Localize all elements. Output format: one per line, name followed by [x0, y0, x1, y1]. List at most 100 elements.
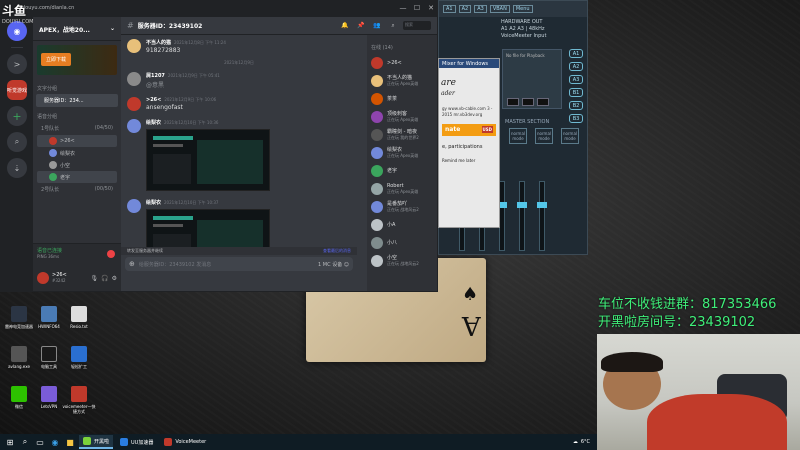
fader[interactable]	[537, 181, 547, 251]
server-icon[interactable]: >	[7, 54, 27, 74]
desktop-icon[interactable]: Resio.txt	[62, 306, 96, 329]
download-now-button[interactable]: 立即下载	[41, 53, 72, 66]
desktop-icon[interactable]: 微信	[2, 386, 36, 409]
avatar[interactable]	[127, 97, 141, 111]
slot-a1[interactable]: A1	[569, 49, 583, 58]
avatar[interactable]	[127, 119, 141, 133]
voice-channel-2[interactable]: 2号队长 (00/50)	[33, 183, 121, 196]
member[interactable]: 霸瞳剑 - 暗夜 正在玩 我的世界2	[367, 126, 437, 144]
donate-button[interactable]: nate USD	[442, 124, 496, 136]
gear-icon[interactable]: ⚙	[112, 275, 117, 282]
slot-b1[interactable]: B1	[569, 88, 583, 97]
member[interactable]: 小八	[367, 234, 437, 252]
active-server-icon[interactable]: 听觉游戏	[7, 80, 27, 100]
slot-b3[interactable]: B3	[569, 114, 583, 123]
task-view-icon[interactable]: ▭	[34, 438, 46, 447]
rewind-button[interactable]	[507, 98, 519, 106]
member[interactable]: 绘梨衣 正在玩 Apex英雄	[367, 144, 437, 162]
hw-a2[interactable]: A2	[458, 5, 472, 13]
desktop-icon[interactable]: avlang.exe	[2, 346, 36, 369]
explore-icon[interactable]: ⌕	[7, 132, 27, 152]
mode-button[interactable]: normal mode	[509, 128, 527, 144]
desktop-icon[interactable]: HWINFO64	[32, 306, 66, 329]
wechat-icon	[11, 386, 27, 402]
taskbar-item[interactable]: UU加速器	[116, 435, 157, 449]
message-input[interactable]: ⊕ 给服务器ID：23439102 发消息 1 MC 设备 ☺	[125, 257, 353, 271]
guild-header[interactable]: APEX，战地20... ⌄	[33, 17, 121, 41]
master-section-label: MASTER SECTION	[505, 119, 550, 125]
slot-b2[interactable]: B2	[569, 101, 583, 110]
search-input[interactable]: 搜索	[403, 21, 431, 30]
headphone-icon[interactable]: 🎧	[101, 275, 108, 282]
overlay-line-2: 开黑啦房间号：23439102	[598, 315, 756, 330]
member[interactable]: 小空 正在玩 战地风云2	[367, 252, 437, 270]
voice-user[interactable]: 绘梨衣	[33, 147, 121, 159]
taskbar-item[interactable]: VoiceMeeter	[160, 435, 210, 449]
pin-icon[interactable]: 📌	[355, 22, 367, 29]
close-button[interactable]: ✕	[424, 4, 438, 12]
vban-button[interactable]: VBAN	[489, 5, 510, 13]
slot-a3[interactable]: A3	[569, 75, 583, 84]
member[interactable]: 不当人的猫 正在玩 Apex英雄	[367, 72, 437, 90]
avatar[interactable]	[127, 199, 141, 213]
image-attachment[interactable]	[146, 129, 270, 191]
desktop-icon[interactable]: LetsVPN	[32, 386, 66, 409]
disconnect-icon[interactable]	[107, 250, 115, 258]
member[interactable]: Robert 正在玩 Apex英雄	[367, 180, 437, 198]
edge-icon[interactable]: ◉	[49, 438, 61, 447]
avatar[interactable]	[127, 72, 141, 86]
member[interactable]: 小A	[367, 216, 437, 234]
members-icon[interactable]: 👥	[371, 22, 383, 29]
search-icon[interactable]: ⌕	[387, 22, 399, 30]
member[interactable]: 茶茶	[367, 90, 437, 108]
play-button[interactable]	[522, 98, 534, 106]
menu-button[interactable]: Menu	[512, 5, 533, 13]
hw-a1[interactable]: A1	[443, 5, 456, 13]
vb-audio-popup[interactable]: Mixer for Windows are ader gy www.vb-cab…	[438, 58, 500, 228]
desktop-icon[interactable]: 电脑工具	[32, 346, 66, 369]
folder-icon[interactable]: ■	[64, 438, 76, 447]
add-server-icon[interactable]: +	[7, 106, 27, 126]
avatar[interactable]	[37, 272, 49, 284]
category-voice[interactable]: 语音分组	[33, 107, 121, 122]
desktop-icon[interactable]: 雷神电竞加速器	[2, 306, 36, 329]
category-text[interactable]: 文字分组	[33, 79, 121, 94]
member[interactable]: 是番茄吖 正在玩 战地风云2	[367, 198, 437, 216]
desktop-icon[interactable]: voicemeeter一快捷方式	[62, 386, 96, 414]
overlay-line-1: 车位不收钱进群：817353466	[598, 297, 777, 312]
voice-user[interactable]: >26<	[37, 135, 117, 147]
mic-icon[interactable]: 🎙	[91, 275, 99, 282]
taskbar-item[interactable]: 开黑啦	[79, 435, 114, 449]
voice-user[interactable]: 老宇	[37, 171, 117, 183]
member[interactable]: >26<	[367, 54, 437, 72]
member[interactable]: 顶级刺客 正在玩 Apex英雄	[367, 108, 437, 126]
plus-icon[interactable]: ⊕	[129, 260, 135, 268]
member[interactable]: 老宇	[367, 162, 437, 180]
remind-later-checkbox[interactable]: Remind me later	[439, 155, 499, 166]
app-icon	[41, 306, 57, 322]
message: 绘梨衣 2021年12月10日 下午 10:37	[121, 195, 357, 253]
hash-icon: #	[127, 21, 134, 30]
voice-channel-1[interactable]: 1号队长 (04/50)	[33, 122, 121, 135]
mode-button[interactable]: normal mode	[561, 128, 579, 144]
slot-a2[interactable]: A2	[569, 62, 583, 71]
fader[interactable]	[517, 181, 527, 251]
discord-titlebar: douyu.com/dianla.cn — ☐ ✕	[0, 0, 438, 16]
minimize-button[interactable]: —	[396, 4, 410, 12]
mode-button[interactable]: normal mode	[535, 128, 553, 144]
avatar[interactable]	[127, 39, 141, 53]
bell-icon[interactable]: 🔔	[339, 22, 351, 29]
cloud-icon: ☁	[572, 439, 578, 445]
stop-button[interactable]	[537, 98, 549, 106]
download-icon[interactable]: ⇣	[7, 158, 27, 178]
popup-title: Mixer for Windows	[439, 59, 499, 68]
avatar	[371, 201, 383, 213]
jump-bar[interactable]: 转发至服务器并继续 查看最后的消息	[121, 247, 357, 255]
desktop-icon[interactable]: 轻松扩工	[62, 346, 96, 369]
channel-selected[interactable]: 服务器ID：234...	[36, 94, 118, 107]
start-icon[interactable]: ⊞	[4, 438, 16, 447]
maximize-button[interactable]: ☐	[410, 4, 424, 12]
search-icon[interactable]: ⌕	[19, 437, 31, 447]
voice-user[interactable]: 小空	[33, 159, 121, 171]
hw-a3[interactable]: A3	[474, 5, 487, 13]
